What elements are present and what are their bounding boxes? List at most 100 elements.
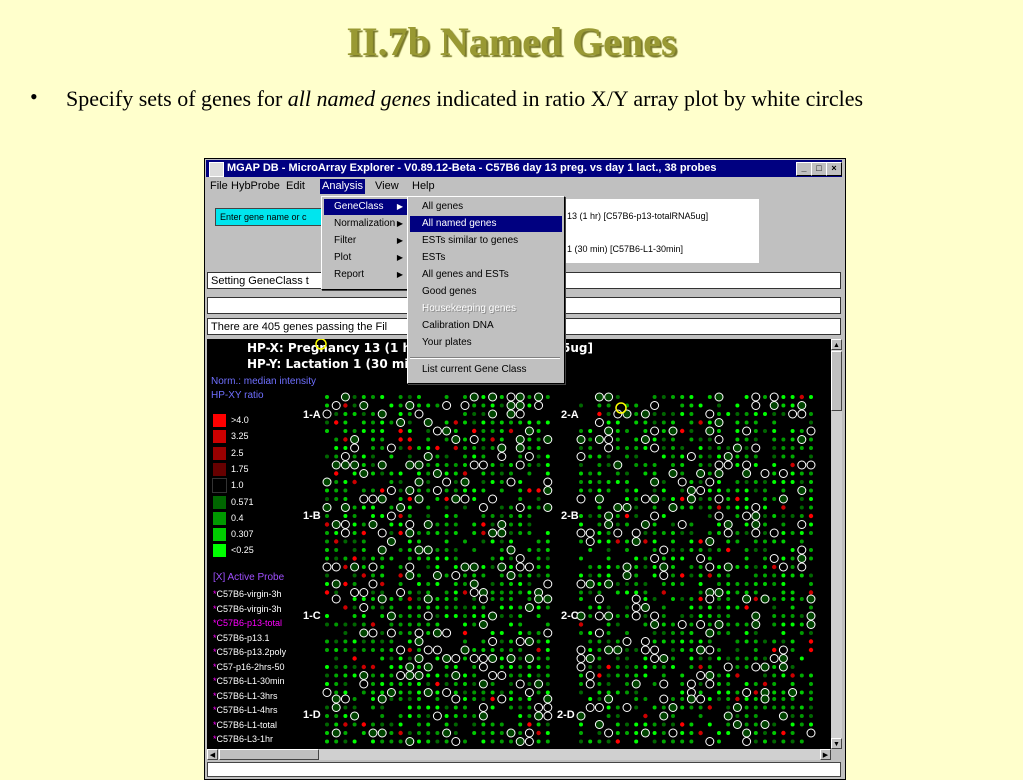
menu-item-normalization[interactable]: Normalization ▶ bbox=[324, 216, 407, 232]
array-spot[interactable] bbox=[398, 428, 403, 434]
array-spot[interactable] bbox=[499, 731, 504, 735]
array-spot[interactable] bbox=[698, 505, 703, 510]
array-spot[interactable] bbox=[334, 665, 339, 669]
array-spot[interactable] bbox=[371, 739, 375, 744]
array-spot[interactable] bbox=[368, 628, 378, 638]
array-spot[interactable] bbox=[405, 737, 415, 746]
array-spot[interactable] bbox=[407, 596, 412, 602]
array-spot[interactable] bbox=[735, 639, 740, 644]
array-spot[interactable] bbox=[652, 705, 657, 710]
array-spot[interactable] bbox=[671, 622, 675, 627]
menu-item-good-genes[interactable]: Good genes bbox=[410, 284, 562, 300]
array-spot[interactable] bbox=[352, 412, 357, 416]
array-spot[interactable] bbox=[735, 437, 740, 442]
array-spot[interactable] bbox=[625, 488, 629, 493]
array-spot[interactable] bbox=[615, 514, 620, 518]
array-spot[interactable] bbox=[717, 488, 721, 493]
array-spot[interactable] bbox=[594, 594, 604, 604]
array-spot[interactable] bbox=[515, 392, 525, 402]
array-spot[interactable] bbox=[806, 594, 816, 604]
array-spot[interactable] bbox=[799, 614, 804, 618]
array-spot[interactable] bbox=[407, 505, 412, 510]
array-spot[interactable] bbox=[453, 548, 458, 552]
array-spot[interactable] bbox=[435, 681, 440, 687]
array-spot[interactable] bbox=[671, 395, 675, 399]
array-spot[interactable] bbox=[594, 418, 604, 427]
array-spot[interactable] bbox=[705, 562, 715, 572]
array-spot[interactable] bbox=[634, 463, 639, 467]
array-spot[interactable] bbox=[643, 420, 648, 425]
minimize-button[interactable]: _ bbox=[796, 162, 812, 176]
array-spot[interactable] bbox=[426, 622, 431, 627]
array-spot[interactable] bbox=[325, 429, 329, 433]
array-spot[interactable] bbox=[717, 454, 721, 459]
array-spot[interactable] bbox=[524, 654, 534, 663]
array-spot[interactable] bbox=[622, 503, 632, 512]
array-spot[interactable] bbox=[652, 539, 657, 544]
array-spot[interactable] bbox=[634, 590, 639, 595]
array-spot[interactable] bbox=[576, 711, 586, 721]
array-spot[interactable] bbox=[334, 556, 339, 561]
array-spot[interactable] bbox=[799, 622, 804, 627]
array-spot[interactable] bbox=[444, 665, 449, 669]
array-spot[interactable] bbox=[769, 392, 779, 402]
array-spot[interactable] bbox=[359, 588, 369, 597]
array-spot[interactable] bbox=[389, 697, 394, 701]
array-spot[interactable] bbox=[481, 697, 486, 701]
array-spot[interactable] bbox=[753, 682, 758, 686]
array-spot[interactable] bbox=[426, 605, 431, 610]
scroll-up-button[interactable]: ▲ bbox=[831, 339, 842, 350]
array-spot[interactable] bbox=[499, 690, 504, 695]
array-spot[interactable] bbox=[799, 531, 804, 535]
array-spot[interactable] bbox=[661, 395, 666, 399]
array-spot[interactable] bbox=[515, 679, 525, 689]
array-spot[interactable] bbox=[518, 531, 523, 535]
array-spot[interactable] bbox=[534, 703, 544, 712]
array-spot[interactable] bbox=[398, 739, 403, 744]
array-spot[interactable] bbox=[799, 597, 804, 601]
array-spot[interactable] bbox=[359, 469, 369, 478]
array-spot[interactable] bbox=[543, 703, 553, 712]
array-spot[interactable] bbox=[606, 631, 611, 635]
array-spot[interactable] bbox=[497, 694, 507, 704]
array-spot[interactable] bbox=[677, 620, 687, 629]
array-spot[interactable] bbox=[735, 531, 740, 535]
array-spot[interactable] bbox=[451, 737, 461, 746]
array-spot[interactable] bbox=[615, 705, 620, 710]
array-spot[interactable] bbox=[625, 631, 629, 635]
array-spot[interactable] bbox=[806, 426, 816, 436]
array-spot[interactable] bbox=[442, 401, 452, 410]
array-spot[interactable] bbox=[386, 537, 396, 546]
array-spot[interactable] bbox=[661, 622, 666, 627]
array-spot[interactable] bbox=[407, 454, 412, 459]
array-spot[interactable] bbox=[331, 401, 341, 410]
array-spot[interactable] bbox=[625, 522, 629, 527]
array-spot[interactable] bbox=[536, 656, 541, 661]
array-spot[interactable] bbox=[790, 395, 795, 399]
array-spot[interactable] bbox=[444, 531, 449, 535]
array-spot[interactable] bbox=[417, 582, 421, 586]
array-spot[interactable] bbox=[668, 503, 678, 512]
array-spot[interactable] bbox=[705, 679, 715, 689]
array-spot[interactable] bbox=[380, 690, 385, 695]
array-spot[interactable] bbox=[325, 573, 329, 578]
array-spot[interactable] bbox=[604, 443, 614, 453]
array-spot[interactable] bbox=[478, 460, 488, 470]
array-spot[interactable] bbox=[359, 679, 369, 689]
array-spot[interactable] bbox=[790, 454, 795, 459]
array-spot[interactable] bbox=[398, 597, 403, 601]
array-spot[interactable] bbox=[371, 395, 375, 399]
array-spot[interactable] bbox=[763, 497, 767, 501]
array-spot[interactable] bbox=[472, 697, 477, 701]
array-spot[interactable] bbox=[536, 605, 541, 610]
array-spot[interactable] bbox=[579, 556, 583, 561]
array-spot[interactable] bbox=[451, 671, 461, 680]
array-spot[interactable] bbox=[426, 556, 431, 561]
array-spot[interactable] bbox=[343, 665, 348, 669]
array-spot[interactable] bbox=[509, 639, 513, 644]
array-spot[interactable] bbox=[597, 573, 602, 578]
array-spot[interactable] bbox=[717, 446, 721, 450]
array-spot[interactable] bbox=[426, 471, 431, 476]
array-spot[interactable] bbox=[707, 454, 712, 459]
array-spot[interactable] bbox=[371, 673, 375, 678]
